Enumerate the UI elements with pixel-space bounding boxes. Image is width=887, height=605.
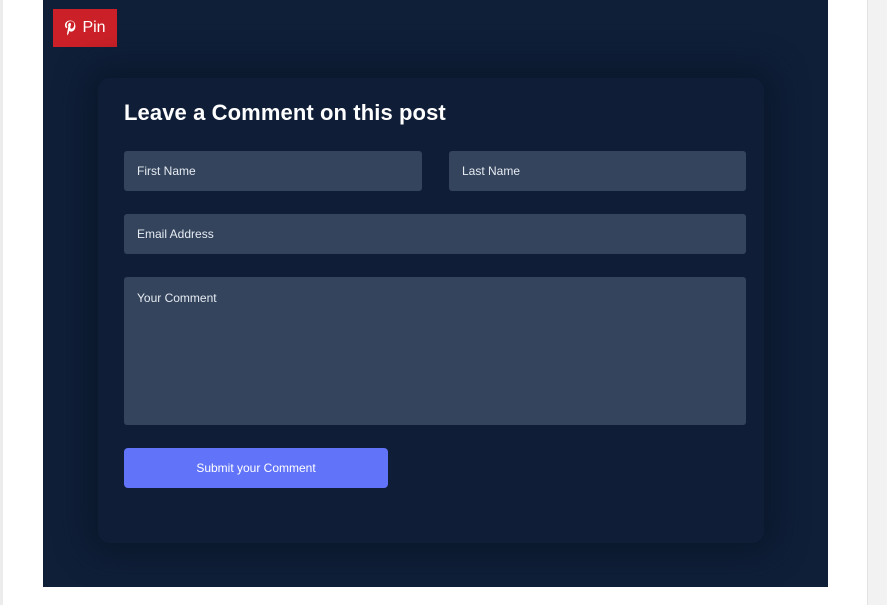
page-right-gutter: [867, 0, 887, 605]
last-name-field[interactable]: [449, 151, 746, 191]
comment-form-title: Leave a Comment on this post: [124, 100, 446, 125]
pinterest-pin-button[interactable]: Pin: [53, 9, 117, 47]
page-left-border: [0, 0, 3, 605]
submit-comment-button[interactable]: Submit your Comment: [124, 448, 388, 488]
comment-textarea[interactable]: [124, 277, 746, 425]
pinterest-icon: [64, 20, 76, 36]
email-field[interactable]: [124, 214, 746, 254]
comment-section: Pin Leave a Comment on this post Submit …: [43, 0, 828, 587]
page: Pin Leave a Comment on this post Submit …: [0, 0, 887, 605]
first-name-field[interactable]: [124, 151, 422, 191]
pin-label: Pin: [82, 19, 106, 36]
